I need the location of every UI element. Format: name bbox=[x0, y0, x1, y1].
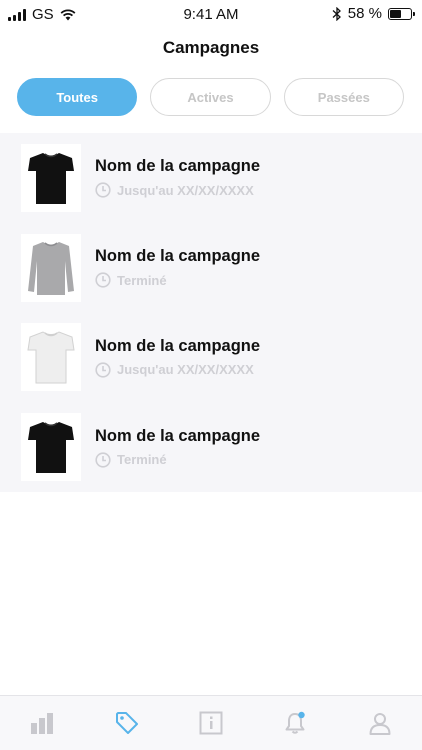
clock-icon bbox=[95, 362, 111, 378]
clock-icon bbox=[95, 452, 111, 468]
notification-badge bbox=[298, 711, 306, 719]
tab-info[interactable] bbox=[169, 696, 253, 750]
tab-profile[interactable] bbox=[338, 696, 422, 750]
campaign-name: Nom de la campagne bbox=[95, 336, 261, 355]
campaign-meta: Jusqu'au XX/XX/XXXX bbox=[95, 182, 260, 198]
campaign-name: Nom de la campagne bbox=[95, 157, 261, 176]
filter-active[interactable]: Actives bbox=[150, 78, 271, 116]
campaign-status: Terminé bbox=[117, 272, 167, 288]
filter-label: Toutes bbox=[56, 89, 98, 105]
battery-icon bbox=[388, 7, 415, 20]
black-tshirt-icon bbox=[28, 422, 74, 474]
filter-all[interactable]: Toutes bbox=[17, 78, 138, 116]
campaign-text: Nom de la campagne Jusqu'au XX/XX/XXXX bbox=[95, 337, 260, 378]
campaign-item[interactable]: Nom de la campagne Terminé bbox=[0, 402, 422, 492]
filter-label: Passées bbox=[317, 89, 370, 105]
campaign-meta: Terminé bbox=[95, 272, 260, 288]
campaign-thumbnail bbox=[21, 323, 81, 392]
campaign-text: Nom de la campagne Terminé bbox=[95, 247, 260, 288]
black-tshirt-icon bbox=[28, 152, 74, 204]
user-icon bbox=[369, 713, 391, 735]
bar-chart-icon bbox=[31, 713, 54, 734]
campaign-status: Terminé bbox=[117, 452, 167, 468]
campaign-meta: Terminé bbox=[95, 452, 260, 468]
filter-past[interactable]: Passées bbox=[283, 78, 404, 116]
campaign-item[interactable]: Nom de la campagne Jusqu'au XX/XX/XXXX bbox=[0, 133, 422, 223]
campaign-thumbnail bbox=[21, 413, 81, 482]
battery-level bbox=[390, 9, 401, 18]
tab-notifications[interactable] bbox=[253, 696, 337, 750]
campaign-list: Nom de la campagne Jusqu'au XX/XX/XXXX N… bbox=[0, 133, 422, 492]
white-tshirt-icon bbox=[27, 331, 75, 384]
status-bar: GS 9:41 AM 58 % bbox=[0, 0, 422, 28]
clock-icon bbox=[95, 272, 111, 288]
clock-icon bbox=[95, 182, 111, 198]
campaign-item[interactable]: Nom de la campagne Terminé bbox=[0, 223, 422, 313]
page-title: Campagnes bbox=[162, 38, 260, 57]
campaign-name: Nom de la campagne bbox=[95, 247, 261, 266]
bluetooth-icon bbox=[332, 6, 341, 21]
bell-icon bbox=[285, 711, 306, 734]
campaign-item[interactable]: Nom de la campagne Jusqu'au XX/XX/XXXX bbox=[0, 313, 422, 403]
campaign-meta: Jusqu'au XX/XX/XXXX bbox=[95, 362, 260, 378]
filter-segment: Toutes Actives Passées bbox=[17, 78, 404, 118]
campaign-status: Jusqu'au XX/XX/XXXX bbox=[117, 362, 254, 378]
tab-stats[interactable] bbox=[0, 696, 84, 750]
info-icon bbox=[199, 711, 223, 735]
status-right: 58 % bbox=[332, 5, 415, 22]
tab-campaigns[interactable] bbox=[84, 696, 168, 750]
tag-icon bbox=[115, 712, 138, 734]
battery-percentage: 58 % bbox=[347, 5, 382, 22]
campaign-status: Jusqu'au XX/XX/XXXX bbox=[117, 182, 254, 198]
campaign-name: Nom de la campagne bbox=[95, 426, 261, 445]
campaign-text: Nom de la campagne Terminé bbox=[95, 427, 260, 468]
grey-long-sleeve-icon bbox=[28, 241, 74, 295]
campaign-text: Nom de la campagne Jusqu'au XX/XX/XXXX bbox=[95, 157, 260, 198]
campaign-thumbnail bbox=[21, 233, 81, 302]
campaign-thumbnail bbox=[21, 143, 81, 212]
filter-label: Actives bbox=[187, 89, 234, 105]
tab-bar bbox=[0, 695, 422, 750]
